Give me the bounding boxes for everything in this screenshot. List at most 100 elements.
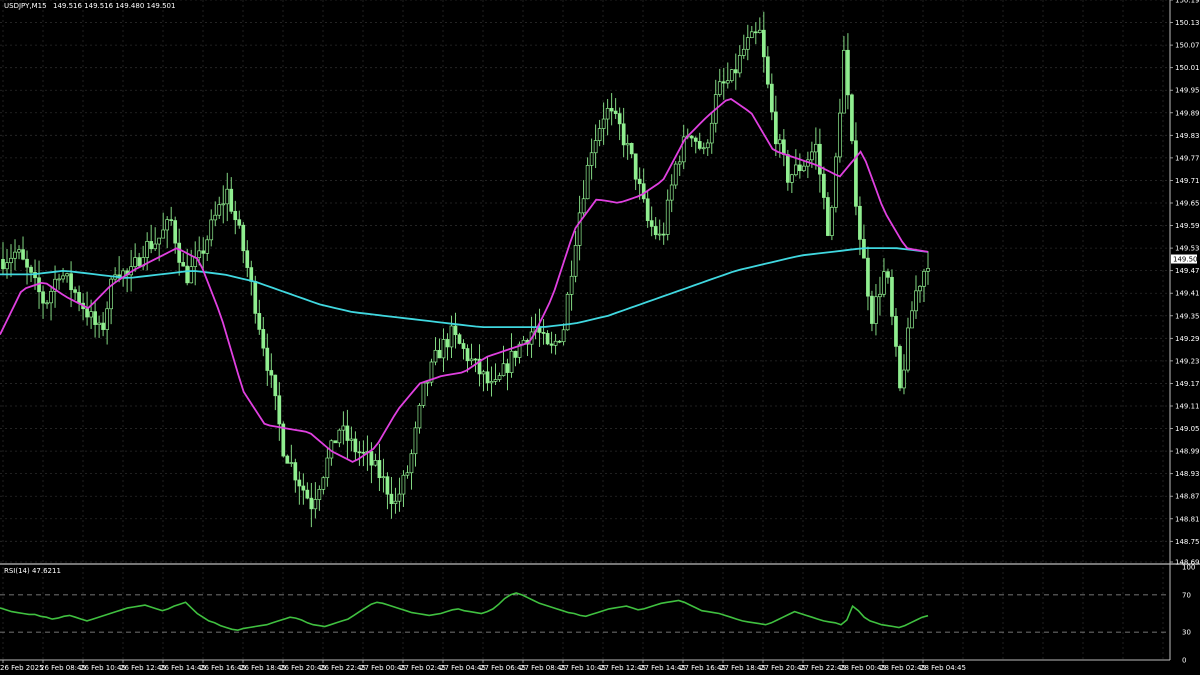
candle-body (541, 332, 546, 334)
candle-body (613, 110, 618, 114)
candle-body (657, 233, 662, 236)
rsi-tick-label: 30 (1182, 629, 1191, 637)
candle-body (333, 440, 338, 444)
candle-body (649, 220, 654, 227)
candle-body (397, 493, 402, 502)
candle-body (457, 334, 462, 344)
candle-body (794, 164, 798, 176)
candle-body (589, 152, 594, 166)
candle-body (277, 395, 282, 425)
candle-body (461, 343, 466, 349)
rsi-tick-label: 0 (1182, 657, 1186, 665)
candle-body (1, 259, 5, 270)
candle-body (229, 188, 234, 212)
candle-body (609, 108, 614, 112)
candle-body (449, 325, 454, 348)
candle-body (773, 111, 778, 145)
price-axis[interactable]: 150.190 150.130 150.070 150.010 149.950 149.8… (1170, 0, 1200, 567)
candle-body (761, 29, 766, 58)
candle-body (249, 267, 254, 282)
candle-body (593, 140, 598, 154)
candle-body (261, 329, 266, 349)
candle-body (389, 493, 394, 505)
candle-body (854, 140, 858, 207)
candle-body (133, 257, 137, 268)
candle-body (697, 141, 702, 149)
candle-body (625, 143, 630, 146)
candle-body (661, 233, 666, 236)
candle-body (890, 276, 894, 317)
price-tick-label: 149.590 (1175, 222, 1200, 230)
candle-body (205, 239, 210, 254)
candle-body (441, 339, 446, 359)
candle-body (557, 340, 562, 343)
candle-body (818, 143, 822, 175)
symbol-label: USDJPY,M15 (4, 2, 47, 10)
candle-body (846, 49, 850, 96)
candle-body (882, 271, 886, 295)
candle-body (145, 241, 150, 258)
candle-body (357, 451, 362, 454)
time-axis[interactable]: 26 Feb 202526 Feb 08:4526 Feb 10:4526 Fe… (0, 660, 966, 672)
candle-body (105, 308, 109, 330)
candle-body (830, 206, 834, 236)
candle-body (629, 143, 634, 155)
candle-body (433, 349, 438, 363)
candle-body (285, 455, 290, 464)
candle-body (922, 270, 926, 287)
candle-body (265, 347, 270, 371)
price-tick-label: 150.130 (1175, 19, 1200, 27)
candle-body (149, 241, 154, 250)
candle-body (838, 112, 842, 158)
rsi-tick-label: 100 (1182, 564, 1195, 572)
candle-body (293, 462, 298, 481)
candle-body (301, 485, 306, 491)
current-price-label: 149.501 (1171, 254, 1200, 264)
candle-body (225, 188, 230, 205)
candle-body (842, 49, 846, 114)
candle-body (749, 31, 754, 38)
candle-body (469, 358, 474, 362)
candle-body (453, 325, 458, 336)
candle-body (814, 143, 818, 153)
candle-body (289, 462, 294, 464)
candle-body (345, 425, 350, 441)
price-tick-label: 149.110 (1175, 402, 1200, 410)
candle-body (137, 257, 141, 267)
candle-body (213, 214, 218, 221)
candle-body (577, 212, 582, 246)
candle-body (729, 69, 734, 82)
candle-body (165, 219, 170, 231)
candle-body (309, 497, 314, 510)
candle-body (785, 154, 790, 183)
chart-area[interactable]: 150.190 150.130 150.070 150.010 149.950 149.8… (0, 0, 1200, 675)
candle-body (665, 199, 670, 235)
candle-body (621, 123, 626, 146)
candle-body (273, 374, 278, 397)
candle-body (585, 165, 590, 200)
candle-body (413, 427, 418, 455)
candle-body (725, 80, 730, 84)
candle-body (653, 226, 658, 236)
candle-body (157, 237, 162, 245)
candle-body (777, 139, 782, 145)
candle-body (910, 310, 914, 329)
candle-body (633, 153, 638, 180)
candle-body (481, 371, 486, 375)
price-tick-label: 148.870 (1175, 493, 1200, 501)
candle-body (501, 363, 506, 376)
price-tick-label: 149.530 (1175, 245, 1200, 253)
candle-body (217, 204, 222, 216)
candle-body (709, 122, 714, 144)
candle-body (549, 343, 554, 346)
candle-body (926, 268, 930, 272)
candle-body (409, 453, 414, 474)
candle-body (553, 340, 558, 346)
candle-body (641, 183, 646, 200)
candle-body (874, 296, 878, 324)
price-tick-label: 149.710 (1175, 177, 1200, 185)
price-tick-label: 149.650 (1175, 199, 1200, 207)
candle-body (637, 178, 642, 185)
candle-body (870, 295, 874, 324)
candle-body (61, 275, 65, 280)
